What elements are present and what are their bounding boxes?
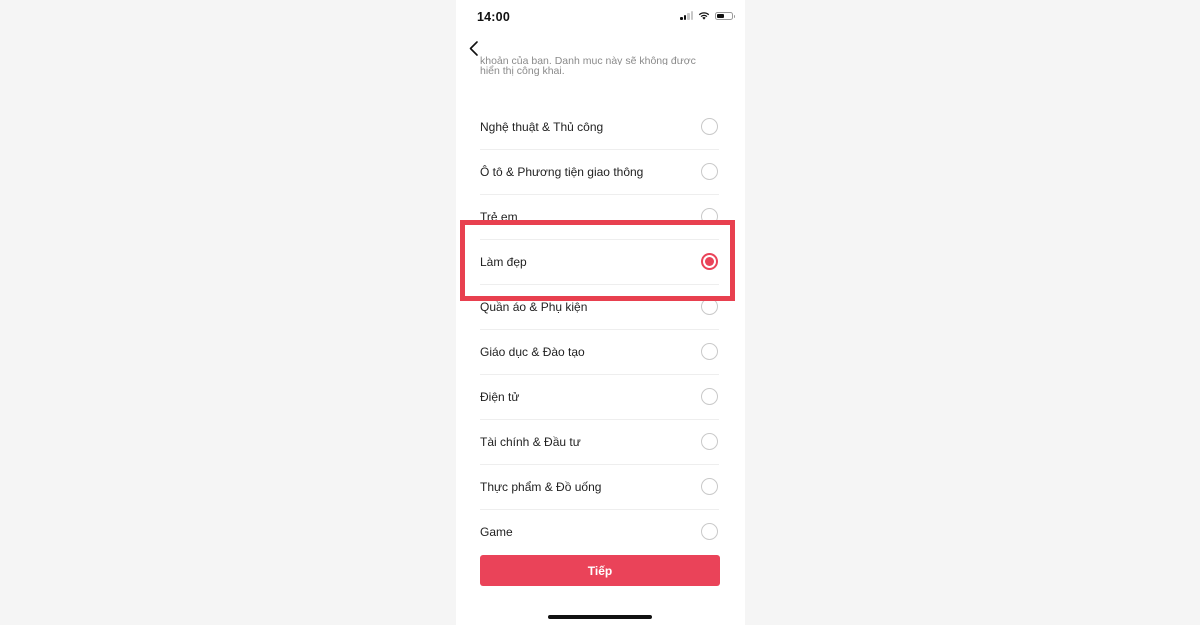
phone-screen: khoản của bạn. Danh mục này sẽ không đượ… [456, 0, 745, 625]
wifi-icon [698, 12, 710, 20]
radio-selected-icon[interactable] [701, 253, 718, 270]
back-button[interactable] [464, 38, 488, 60]
category-label: Thực phẩm & Đồ uống [480, 480, 602, 494]
category-item[interactable]: Tài chính & Đầu tư [480, 420, 719, 465]
category-item[interactable]: Thực phẩm & Đồ uống [480, 465, 719, 510]
category-item[interactable]: Nghệ thuật & Thủ công [480, 105, 719, 150]
category-label: Làm đẹp [480, 255, 527, 269]
radio-unselected-icon[interactable] [701, 208, 718, 225]
category-item[interactable]: Game [480, 510, 719, 555]
description-text: khoản của bạn. Danh mục này sẽ không đượ… [480, 52, 715, 78]
description-line-2: hiển thị công khai. [480, 65, 565, 77]
battery-icon [715, 11, 735, 20]
cellular-signal-icon [680, 11, 693, 20]
category-label: Điện tử [480, 390, 520, 404]
category-label: Nghệ thuật & Thủ công [480, 120, 604, 134]
next-button[interactable]: Tiếp [480, 555, 720, 586]
chevron-left-icon [469, 41, 478, 56]
radio-unselected-icon[interactable] [701, 118, 718, 135]
radio-unselected-icon[interactable] [701, 343, 718, 360]
category-label: Tài chính & Đầu tư [480, 435, 581, 449]
radio-unselected-icon[interactable] [701, 433, 718, 450]
category-item[interactable]: Làm đẹp [480, 240, 719, 285]
status-icons [680, 11, 735, 20]
radio-unselected-icon[interactable] [701, 478, 718, 495]
category-label: Trẻ em [480, 210, 518, 224]
category-item[interactable]: Giáo dục & Đào tạo [480, 330, 719, 375]
radio-unselected-icon[interactable] [701, 523, 718, 540]
category-label: Giáo dục & Đào tạo [480, 345, 585, 359]
category-list: Nghệ thuật & Thủ công Ô tô & Phương tiện … [480, 105, 719, 555]
category-item[interactable]: Trẻ em [480, 195, 719, 240]
status-time: 14:00 [477, 10, 510, 24]
category-item[interactable]: Điện tử [480, 375, 719, 420]
description-line-1: khoản của bạn. Danh mục này sẽ không đượ… [480, 55, 696, 65]
category-item[interactable]: Quần áo & Phụ kiện [480, 285, 719, 330]
category-label: Ô tô & Phương tiện giao thông [480, 165, 644, 179]
radio-unselected-icon[interactable] [701, 163, 718, 180]
category-label: Game [480, 525, 513, 539]
category-label: Quần áo & Phụ kiện [480, 300, 588, 314]
radio-unselected-icon[interactable] [701, 388, 718, 405]
radio-unselected-icon[interactable] [701, 298, 718, 315]
category-item[interactable]: Ô tô & Phương tiện giao thông [480, 150, 719, 195]
home-indicator [548, 615, 652, 619]
